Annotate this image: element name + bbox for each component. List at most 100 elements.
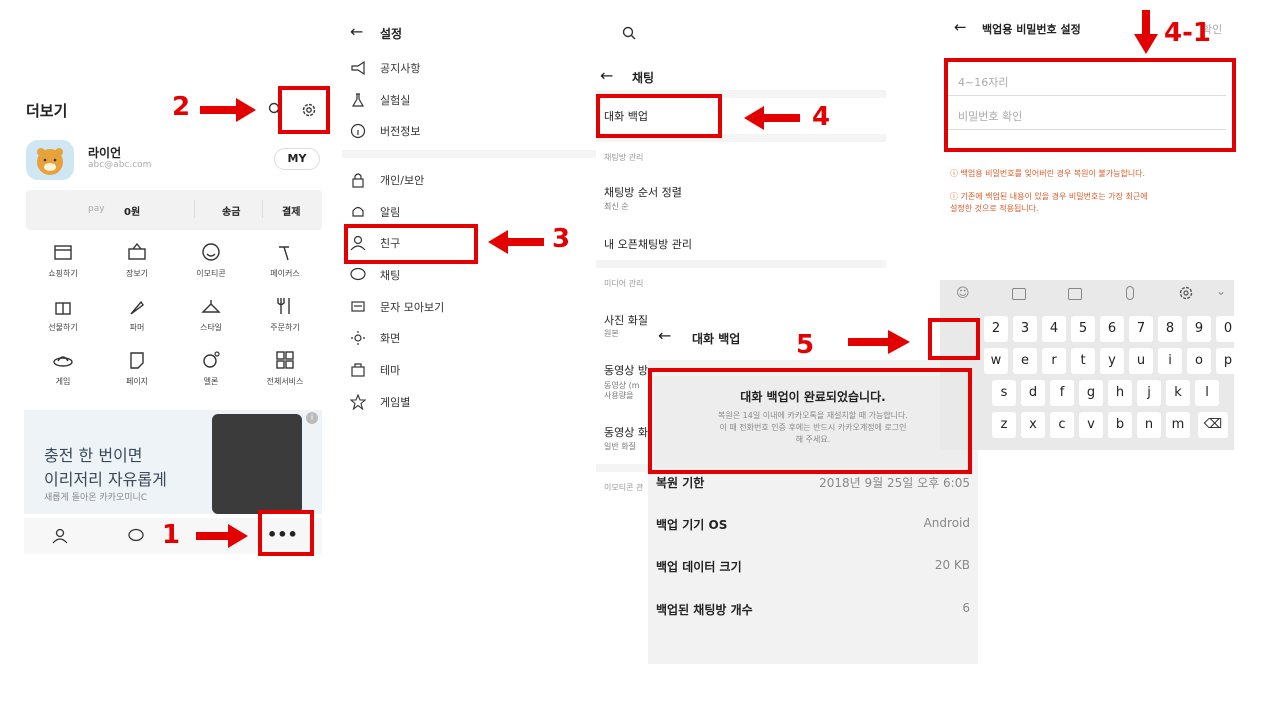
arrow-left-icon bbox=[744, 106, 800, 130]
chat-sort-value: 최신 순 bbox=[604, 202, 629, 211]
info-icon[interactable]: i bbox=[306, 412, 318, 424]
settings-item-notice[interactable]: 공지사항 bbox=[350, 58, 420, 78]
theme-icon bbox=[350, 362, 366, 378]
my-button[interactable]: MY bbox=[274, 148, 320, 170]
pay-amount[interactable]: 0원 bbox=[124, 203, 140, 218]
service-style[interactable]: 스타일 bbox=[174, 296, 248, 333]
key-p[interactable]: p bbox=[1216, 348, 1240, 374]
friends-icon[interactable] bbox=[52, 528, 68, 544]
key-s[interactable]: s bbox=[992, 380, 1016, 406]
key-d[interactable]: d bbox=[1021, 380, 1045, 406]
section-label: 채팅방 관리 bbox=[604, 153, 644, 162]
service-gift[interactable]: 선물하기 bbox=[26, 296, 100, 333]
key-l[interactable]: l bbox=[1195, 380, 1219, 406]
hanger-icon bbox=[200, 296, 222, 316]
emoji-icon[interactable]: ☺ bbox=[956, 286, 970, 301]
key-0[interactable]: 0 bbox=[1216, 316, 1240, 342]
service-farmer[interactable]: 파머 bbox=[100, 296, 174, 333]
chat-sort-item[interactable]: 채팅방 순서 정렬 bbox=[604, 184, 682, 200]
send-button[interactable]: 송금 bbox=[222, 203, 240, 218]
service-page[interactable]: 페이지 bbox=[100, 350, 174, 387]
key-t[interactable]: t bbox=[1071, 348, 1095, 374]
key-f[interactable]: f bbox=[1050, 380, 1074, 406]
service-grocery[interactable]: 장보기 bbox=[100, 242, 174, 279]
key-o[interactable]: o bbox=[1187, 348, 1211, 374]
video-item[interactable]: 동영상 방 bbox=[604, 362, 648, 378]
chat-icon[interactable] bbox=[128, 528, 144, 544]
settings-item-notification[interactable]: 알림 bbox=[350, 202, 400, 222]
chevron-down-icon[interactable]: ⌄ bbox=[1216, 284, 1226, 298]
ad-banner[interactable]: 충전 한 번이면 이리저리 자유롭게 새롭게 돌아온 카카오미니C i bbox=[24, 410, 322, 514]
key-v[interactable]: v bbox=[1079, 412, 1103, 438]
key-2[interactable]: 2 bbox=[984, 316, 1008, 342]
key-k[interactable]: k bbox=[1166, 380, 1190, 406]
key-8[interactable]: 8 bbox=[1158, 316, 1182, 342]
key-i[interactable]: i bbox=[1158, 348, 1182, 374]
service-shopping[interactable]: 쇼핑하기 bbox=[26, 242, 100, 279]
key-9[interactable]: 9 bbox=[1187, 316, 1211, 342]
key-6[interactable]: 6 bbox=[1100, 316, 1124, 342]
key-e[interactable]: e bbox=[1013, 348, 1037, 374]
video-quality-item[interactable]: 동영상 화 bbox=[604, 424, 648, 440]
settings-item-lab[interactable]: 실험실 bbox=[350, 90, 410, 110]
key-y[interactable]: y bbox=[1100, 348, 1124, 374]
service-all[interactable]: 전체서비스 bbox=[248, 350, 322, 387]
settings-item-chat[interactable]: 채팅 bbox=[350, 265, 400, 285]
settings-item-sms[interactable]: 문자 모아보기 bbox=[350, 297, 444, 317]
step-number-1: 1 bbox=[162, 520, 181, 550]
carrot-icon bbox=[126, 296, 148, 316]
key-g[interactable]: g bbox=[1079, 380, 1103, 406]
sticker-icon[interactable] bbox=[1012, 288, 1026, 300]
key-h[interactable]: h bbox=[1108, 380, 1132, 406]
search-icon[interactable] bbox=[622, 26, 636, 40]
mic-icon[interactable] bbox=[1126, 286, 1134, 300]
arrow-right-icon bbox=[848, 330, 910, 354]
settings-item-privacy[interactable]: 개인/보안 bbox=[350, 170, 424, 190]
key-b[interactable]: b bbox=[1108, 412, 1132, 438]
settings-item-version[interactable]: 버전정보 bbox=[350, 121, 420, 141]
key-z[interactable]: z bbox=[992, 412, 1016, 438]
payment-button[interactable]: 결제 bbox=[282, 203, 300, 218]
avatar[interactable] bbox=[26, 140, 74, 180]
flask-icon bbox=[350, 92, 366, 108]
highlight-password-fields bbox=[944, 58, 1236, 152]
key-3[interactable]: 3 bbox=[1013, 316, 1037, 342]
key-x[interactable]: x bbox=[1021, 412, 1045, 438]
key-m[interactable]: m bbox=[1166, 412, 1190, 438]
highlight-more bbox=[258, 510, 314, 556]
banner-line1: 충전 한 번이면 bbox=[44, 446, 143, 465]
key-u[interactable]: u bbox=[1129, 348, 1153, 374]
service-order[interactable]: 주문하기 bbox=[248, 296, 322, 333]
profile-name: 라이언 bbox=[88, 146, 122, 160]
melon-icon bbox=[200, 350, 222, 370]
service-game[interactable]: 게임 bbox=[26, 350, 100, 387]
message-icon bbox=[350, 299, 366, 315]
key-r[interactable]: r bbox=[1042, 348, 1066, 374]
backspace-key[interactable]: ⌫ bbox=[1198, 412, 1228, 438]
key-4[interactable]: 4 bbox=[1042, 316, 1066, 342]
key-5[interactable]: 5 bbox=[1071, 316, 1095, 342]
openchat-item[interactable]: 내 오픈채팅방 관리 bbox=[604, 236, 692, 252]
back-arrow-icon[interactable]: ← bbox=[658, 326, 671, 345]
settings-item-display[interactable]: 화면 bbox=[350, 328, 400, 348]
key-w[interactable]: w bbox=[984, 348, 1008, 374]
service-makers[interactable]: 메이커스 bbox=[248, 242, 322, 279]
key-j[interactable]: j bbox=[1137, 380, 1161, 406]
photo-quality-item[interactable]: 사진 화질 bbox=[604, 312, 648, 328]
key-n[interactable]: n bbox=[1137, 412, 1161, 438]
info-icon bbox=[350, 123, 366, 139]
service-melon[interactable]: 멜론 bbox=[174, 350, 248, 387]
settings-item-game[interactable]: 게임별 bbox=[350, 392, 410, 412]
back-arrow-icon[interactable]: ← bbox=[954, 18, 967, 36]
back-arrow-icon[interactable]: ← bbox=[350, 22, 363, 41]
settings-item-theme[interactable]: 테마 bbox=[350, 360, 400, 380]
chat-bubble-icon bbox=[350, 267, 366, 283]
service-emoticon[interactable]: 이모티콘 bbox=[174, 242, 248, 279]
back-arrow-icon[interactable]: ← bbox=[600, 66, 613, 85]
gear-icon[interactable] bbox=[1178, 285, 1194, 301]
key-c[interactable]: c bbox=[1050, 412, 1074, 438]
gif-icon[interactable] bbox=[1068, 288, 1082, 300]
page-title: 더보기 bbox=[26, 102, 68, 120]
key-7[interactable]: 7 bbox=[1129, 316, 1153, 342]
profile-email: abc@abc.com bbox=[88, 160, 152, 170]
